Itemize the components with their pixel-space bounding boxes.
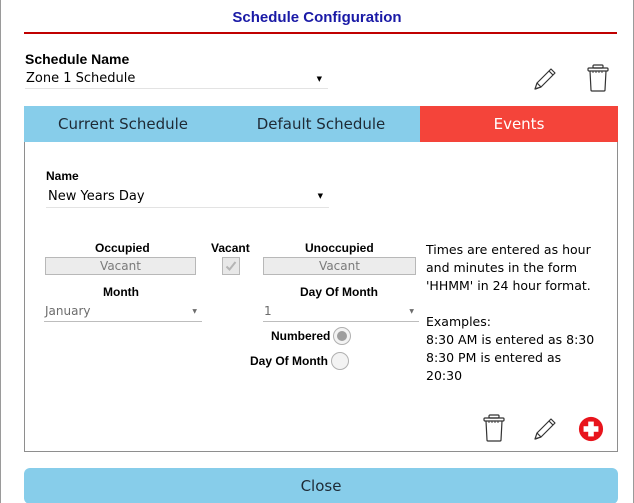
dialog-title: Schedule Configuration: [232, 9, 402, 26]
schedule-name-value: Zone 1 Schedule: [26, 71, 136, 86]
tab-current-schedule[interactable]: Current Schedule: [24, 106, 222, 142]
vacant-checkbox[interactable]: [222, 257, 240, 275]
trash-icon: [483, 414, 505, 442]
occupied-time-field[interactable]: Vacant: [45, 257, 196, 275]
delete-schedule-button[interactable]: [585, 62, 611, 94]
vacant-label: Vacant: [211, 241, 250, 255]
day-of-month-value: 1: [264, 304, 272, 318]
chevron-down-icon: ▼: [192, 308, 197, 315]
help-line: Times are entered as hour: [426, 242, 591, 257]
pencil-icon: [534, 418, 556, 440]
schedule-config-dialog: Schedule Configuration Schedule Name Zon…: [0, 0, 634, 503]
delete-event-button[interactable]: [481, 412, 507, 444]
schedule-name-select[interactable]: Zone 1 Schedule ▼: [25, 69, 328, 89]
month-value: January: [45, 304, 91, 318]
help-line: and minutes in the form: [426, 260, 578, 275]
help-line: 'HHMM' in 24 hour format.: [426, 278, 591, 293]
occupied-label: Occupied: [95, 241, 150, 255]
title-divider: [24, 32, 617, 34]
chevron-down-icon: ▼: [316, 75, 322, 83]
month-label: Month: [103, 285, 139, 299]
events-panel: Name New Years Day ▼ Occupied Vacant Uno…: [24, 142, 618, 452]
edit-event-button[interactable]: [532, 413, 558, 445]
numbered-radio-row[interactable]: Numbered: [271, 327, 352, 345]
help-line: 20:30: [426, 368, 463, 383]
checkmark-icon: [225, 261, 237, 271]
help-line: [426, 295, 612, 313]
tab-default-schedule[interactable]: Default Schedule: [222, 106, 420, 142]
numbered-radio-label: Numbered: [271, 329, 331, 343]
event-name-label: Name: [46, 169, 79, 183]
day-of-month-label: Day Of Month: [300, 285, 378, 299]
day-of-month-select[interactable]: 1 ▼: [263, 302, 419, 322]
day-of-month-radio-row[interactable]: Day Of Month: [250, 352, 349, 370]
day-of-month-radio-label: Day Of Month: [250, 354, 328, 368]
trash-icon: [587, 64, 609, 92]
schedule-tabs: Current Schedule Default Schedule Events: [24, 106, 618, 142]
time-format-help: Times are entered as hour and minutes in…: [426, 241, 612, 385]
schedule-name-label: Schedule Name: [25, 51, 130, 67]
radio-selected-dot: [337, 331, 348, 341]
unoccupied-time-field[interactable]: Vacant: [263, 257, 416, 275]
help-line: Examples:: [426, 314, 491, 329]
tab-events[interactable]: Events: [420, 106, 618, 142]
chevron-down-icon: ▼: [409, 308, 414, 315]
event-name-select[interactable]: New Years Day ▼: [46, 186, 329, 208]
event-name-value: New Years Day: [48, 189, 145, 204]
unoccupied-label: Unoccupied: [305, 241, 374, 255]
plus-icon: [578, 416, 604, 442]
numbered-radio[interactable]: [333, 327, 352, 345]
month-select[interactable]: January ▼: [44, 302, 202, 322]
close-button[interactable]: Close: [24, 468, 618, 503]
add-event-button[interactable]: [578, 413, 604, 445]
chevron-down-icon: ▼: [317, 192, 323, 200]
pencil-icon: [534, 68, 556, 90]
edit-schedule-button[interactable]: [532, 63, 558, 95]
day-of-month-radio[interactable]: [331, 352, 349, 370]
help-line: 8:30 AM is entered as 8:30: [426, 332, 595, 347]
help-line: 8:30 PM is entered as: [426, 350, 562, 365]
